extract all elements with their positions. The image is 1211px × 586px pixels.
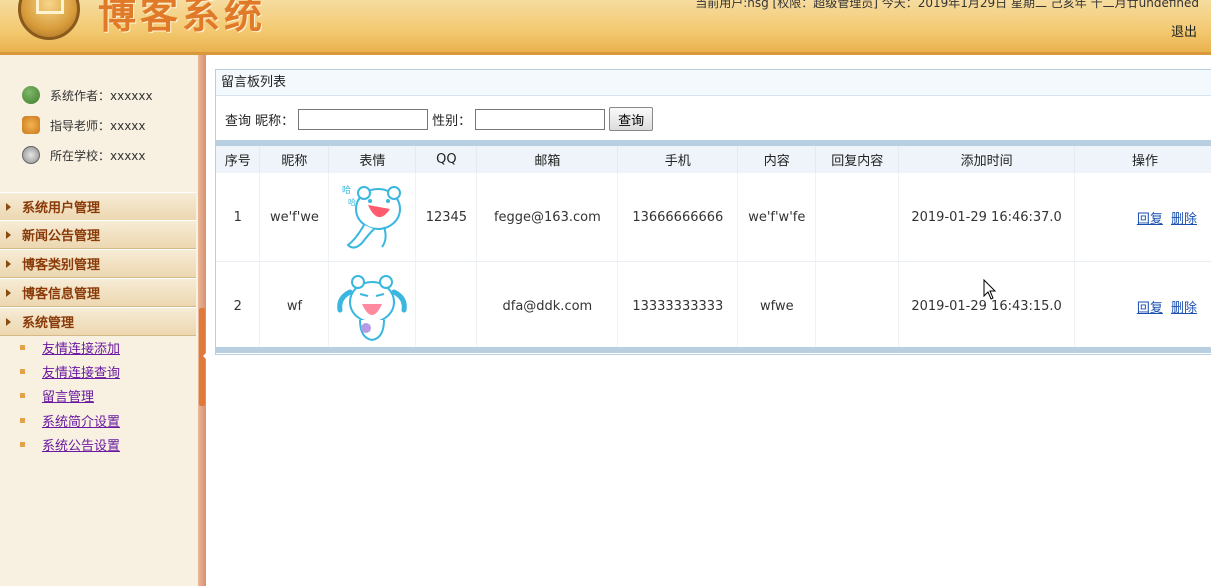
search-button[interactable]: 查询 xyxy=(609,107,654,131)
school-info: 所在学校：xxxxx xyxy=(22,144,192,166)
menu-user-management[interactable]: 系统用户管理 xyxy=(0,192,196,221)
gender-label: 性别： xyxy=(432,113,472,129)
menu-blog-category[interactable]: 博客类别管理 xyxy=(0,249,196,278)
caret-right-icon xyxy=(6,317,15,326)
col-header: 添加时间 xyxy=(898,146,1076,173)
col-header: 操作 xyxy=(1074,146,1211,173)
col-header: 手机 xyxy=(617,146,739,173)
gender-input[interactable] xyxy=(475,108,606,130)
menu-label: 博客信息管理 xyxy=(22,287,101,302)
cell-reply xyxy=(815,173,900,262)
reply-link[interactable]: 回复 xyxy=(1137,212,1163,227)
cell-email: fegge@163.com xyxy=(476,173,619,262)
col-header: 昵称 xyxy=(259,146,330,173)
link-message-management[interactable]: 留言管理 xyxy=(42,386,94,405)
caret-right-icon xyxy=(6,230,15,239)
cell-time: 2019-01-29 16:43:15.0 xyxy=(898,261,1076,351)
header-banner: 博客系统 当前用户:hsg [权限：超级管理员] 今天：2019年1月29日 星… xyxy=(0,0,1211,55)
submenu-item: 友情连接查询 xyxy=(20,361,120,381)
nickname-label: 查询 昵称： xyxy=(225,113,295,129)
logout-link[interactable]: 退出 xyxy=(1171,21,1197,40)
cell-qq xyxy=(415,261,478,351)
panel-title: 留言板列表 xyxy=(216,70,1211,96)
menu-label: 新闻公告管理 xyxy=(22,229,101,244)
search-form: 查询 昵称： 性别： 查询 xyxy=(225,106,654,132)
menu-blog-info[interactable]: 博客信息管理 xyxy=(0,278,196,307)
col-header: 序号 xyxy=(216,146,261,173)
bullet-icon xyxy=(20,368,25,374)
col-header: 邮箱 xyxy=(476,146,619,173)
cell-nickname: we'f'we xyxy=(259,173,330,262)
teacher-label: 指导老师：xxxxx xyxy=(50,118,146,133)
col-header: 表情 xyxy=(328,146,417,173)
crying-bear-emoticon-icon xyxy=(337,275,408,342)
col-header: 内容 xyxy=(737,146,817,173)
cell-email: dfa@ddk.com xyxy=(476,261,619,351)
menu-news-management[interactable]: 新闻公告管理 xyxy=(0,220,196,249)
link-system-intro-settings[interactable]: 系统简介设置 xyxy=(42,411,120,430)
cell-emoticon: 哈 哈 xyxy=(328,173,417,262)
link-query-friend-link[interactable]: 友情连接查询 xyxy=(42,362,120,381)
teacher-info: 指导老师：xxxxx xyxy=(22,114,192,136)
school-icon xyxy=(22,146,40,164)
cell-content: we'f'w'fe xyxy=(737,173,817,262)
app-title: 博客系统 xyxy=(98,0,267,37)
cell-nickname: wf xyxy=(259,261,330,351)
cell-phone: 13666666666 xyxy=(617,173,739,262)
svg-text:哈: 哈 xyxy=(348,197,356,207)
submenu-item: 友情连接添加 xyxy=(20,337,120,357)
menu-label: 系统管理 xyxy=(22,316,75,331)
bullet-icon xyxy=(20,441,25,447)
reply-link[interactable]: 回复 xyxy=(1137,301,1163,316)
message-table: 序号 昵称 表情 QQ 邮箱 手机 内容 回复内容 添加时间 操作 1 we'f… xyxy=(216,146,1211,351)
cell-no: 2 xyxy=(216,261,261,351)
cell-actions: 回复 删除 xyxy=(1074,261,1211,351)
menu-system-management[interactable]: 系统管理 xyxy=(0,307,196,336)
logo-icon xyxy=(18,0,80,40)
bullet-icon xyxy=(20,344,25,350)
caret-right-icon xyxy=(6,288,15,297)
author-label: 系统作者：xxxxxx xyxy=(50,88,153,103)
school-label: 所在学校：xxxxx xyxy=(50,148,146,163)
caret-right-icon xyxy=(6,259,15,268)
caret-right-icon xyxy=(6,202,15,211)
nickname-input[interactable] xyxy=(298,108,429,130)
delete-link[interactable]: 删除 xyxy=(1171,301,1197,316)
cell-phone: 13333333333 xyxy=(617,261,739,351)
laughing-bear-emoticon-icon: 哈 哈 xyxy=(342,184,402,249)
link-add-friend-link[interactable]: 友情连接添加 xyxy=(42,338,120,357)
table-header-row: 序号 昵称 表情 QQ 邮箱 手机 内容 回复内容 添加时间 操作 xyxy=(216,146,1211,173)
menu-label: 博客类别管理 xyxy=(22,258,101,273)
link-system-notice-settings[interactable]: 系统公告设置 xyxy=(42,435,120,454)
cell-content: wfwe xyxy=(737,261,817,351)
cell-qq: 12345 xyxy=(415,173,478,262)
menu-label: 系统用户管理 xyxy=(22,201,101,216)
message-board-panel: 留言板列表 查询 昵称： 性别： 查询 序号 昵称 表情 QQ 邮箱 手机 内容… xyxy=(215,69,1211,355)
sidebar: 系统作者：xxxxxx 指导老师：xxxxx 所在学校：xxxxx 系统用户管理… xyxy=(0,55,199,586)
cell-actions: 回复 删除 xyxy=(1074,173,1211,262)
table-row: 1 we'f'we 哈 哈 12345 fegge@163.com 136666… xyxy=(216,173,1211,262)
user-info: 当前用户:hsg [权限：超级管理员] 今天：2019年1月29日 星期二 己亥… xyxy=(695,0,1199,10)
cell-emoticon xyxy=(328,261,417,351)
submenu-item: 留言管理 xyxy=(20,385,94,405)
col-header: 回复内容 xyxy=(815,146,900,173)
sidebar-collapse-handle[interactable] xyxy=(199,308,206,406)
author-icon xyxy=(22,86,40,104)
author-info: 系统作者：xxxxxx xyxy=(22,84,192,106)
svg-text:哈: 哈 xyxy=(342,184,351,196)
col-header: QQ xyxy=(415,146,478,173)
delete-link[interactable]: 删除 xyxy=(1171,212,1197,227)
table-bottom-bar xyxy=(216,347,1211,353)
submenu-item: 系统公告设置 xyxy=(20,434,120,454)
submenu-item: 系统简介设置 xyxy=(20,410,120,430)
cell-no: 1 xyxy=(216,173,261,262)
cell-reply xyxy=(815,261,900,351)
cell-time: 2019-01-29 16:46:37.0 xyxy=(898,173,1076,262)
bullet-icon xyxy=(20,392,25,398)
bullet-icon xyxy=(20,417,25,423)
mouse-cursor-icon xyxy=(983,279,997,300)
teacher-icon xyxy=(22,116,40,134)
table-row: 2 wf dfa@ddk.com 13333333333 wfwe 2019-0… xyxy=(216,261,1211,351)
